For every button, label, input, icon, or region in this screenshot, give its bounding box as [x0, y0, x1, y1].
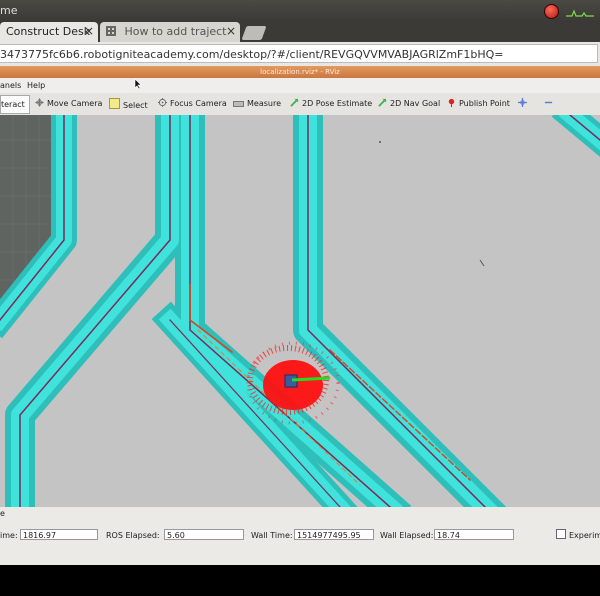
- move-camera-label: Move Camera: [47, 99, 103, 108]
- tab-construct-desktop[interactable]: Construct Desk ×: [0, 22, 98, 42]
- activity-graph-icon: [566, 9, 594, 17]
- select-icon: [109, 98, 120, 109]
- time-panel: e ime: 1816.97 ROS Elapsed: 5.60 Wall Ti…: [0, 507, 600, 565]
- wall-time-field[interactable]: 1514977495.95: [294, 529, 374, 540]
- move-camera-button[interactable]: Move Camera: [35, 98, 102, 110]
- tab-label: Construct Desk: [6, 25, 91, 38]
- close-tab-icon[interactable]: ×: [226, 24, 236, 38]
- wall-time-label: Wall Time:: [251, 531, 293, 540]
- crosshair-plus-icon: [518, 98, 527, 107]
- menu-help[interactable]: Help: [27, 81, 45, 90]
- focus-camera-label: Focus Camera: [170, 99, 227, 108]
- menu-panels[interactable]: anels: [0, 81, 21, 90]
- wall-elapsed-field[interactable]: 18.74: [434, 529, 514, 540]
- pose-arrow-icon: [290, 98, 299, 107]
- costmap-canvas[interactable]: [0, 115, 600, 507]
- os-window-title: me: [0, 4, 18, 17]
- screen-bottom-border: [0, 565, 600, 596]
- ros-time-field[interactable]: 1816.97: [20, 529, 98, 540]
- remove-tool-button[interactable]: [544, 98, 556, 110]
- url-input[interactable]: 3473775fc6b6.robotigniteacademy.com/desk…: [0, 44, 598, 63]
- os-top-bar: me: [0, 0, 600, 22]
- interact-label: teract: [1, 100, 25, 109]
- focus-camera-icon: [158, 98, 167, 107]
- close-tab-icon[interactable]: ×: [84, 24, 94, 38]
- robot-pose-arrow: [291, 376, 331, 382]
- browser-tab-strip: Construct Desk × How to add traject ×: [0, 22, 600, 42]
- address-bar-area: 3473775fc6b6.robotigniteacademy.com/desk…: [0, 42, 600, 66]
- nav-arrow-icon: [378, 98, 387, 107]
- publish-point-label: Publish Point: [459, 99, 510, 108]
- nav-goal-label: 2D Nav Goal: [390, 99, 441, 108]
- menu-bar: anels Help: [0, 78, 600, 93]
- ros-elapsed-label: ROS Elapsed:: [106, 531, 160, 540]
- wall-elapsed-label: Wall Elapsed:: [380, 531, 434, 540]
- tab-label: How to add traject: [124, 25, 227, 38]
- pose-estimate-label: 2D Pose Estimate: [302, 99, 373, 108]
- publish-point-button[interactable]: Publish Point: [447, 98, 510, 110]
- add-tool-button[interactable]: [518, 98, 530, 110]
- ros-time-label: ime:: [0, 531, 18, 540]
- mouse-cursor-icon: [134, 78, 142, 90]
- nav-goal-button[interactable]: 2D Nav Goal: [378, 98, 440, 110]
- tab-how-to-add-trajectory[interactable]: How to add traject ×: [100, 22, 240, 42]
- rviz-window-title: localization.rviz* - RViz: [0, 66, 600, 78]
- experimental-label: Experim: [569, 531, 600, 540]
- ros-elapsed-field[interactable]: 5.60: [164, 529, 244, 540]
- minus-icon: [544, 101, 553, 104]
- pose-estimate-button[interactable]: 2D Pose Estimate: [290, 98, 372, 110]
- rviz-toolbar: teract Move Camera Select Focus Camera M…: [0, 93, 600, 116]
- select-label: Select: [123, 101, 148, 110]
- new-tab-button[interactable]: [241, 26, 267, 40]
- select-button[interactable]: Select: [109, 98, 148, 110]
- experimental-checkbox[interactable]: [556, 529, 566, 539]
- record-indicator-icon[interactable]: [544, 4, 559, 19]
- focus-camera-button[interactable]: Focus Camera: [158, 98, 227, 110]
- measure-icon: [233, 101, 244, 107]
- move-camera-icon: [35, 98, 44, 107]
- measure-label: Measure: [247, 99, 281, 108]
- interact-tool-button[interactable]: teract: [0, 95, 30, 114]
- rviz-3d-view[interactable]: [0, 115, 600, 507]
- time-panel-header: e: [0, 509, 5, 518]
- measure-button[interactable]: Measure: [233, 98, 281, 110]
- pin-icon: [448, 98, 455, 107]
- page-favicon-icon: [106, 26, 116, 36]
